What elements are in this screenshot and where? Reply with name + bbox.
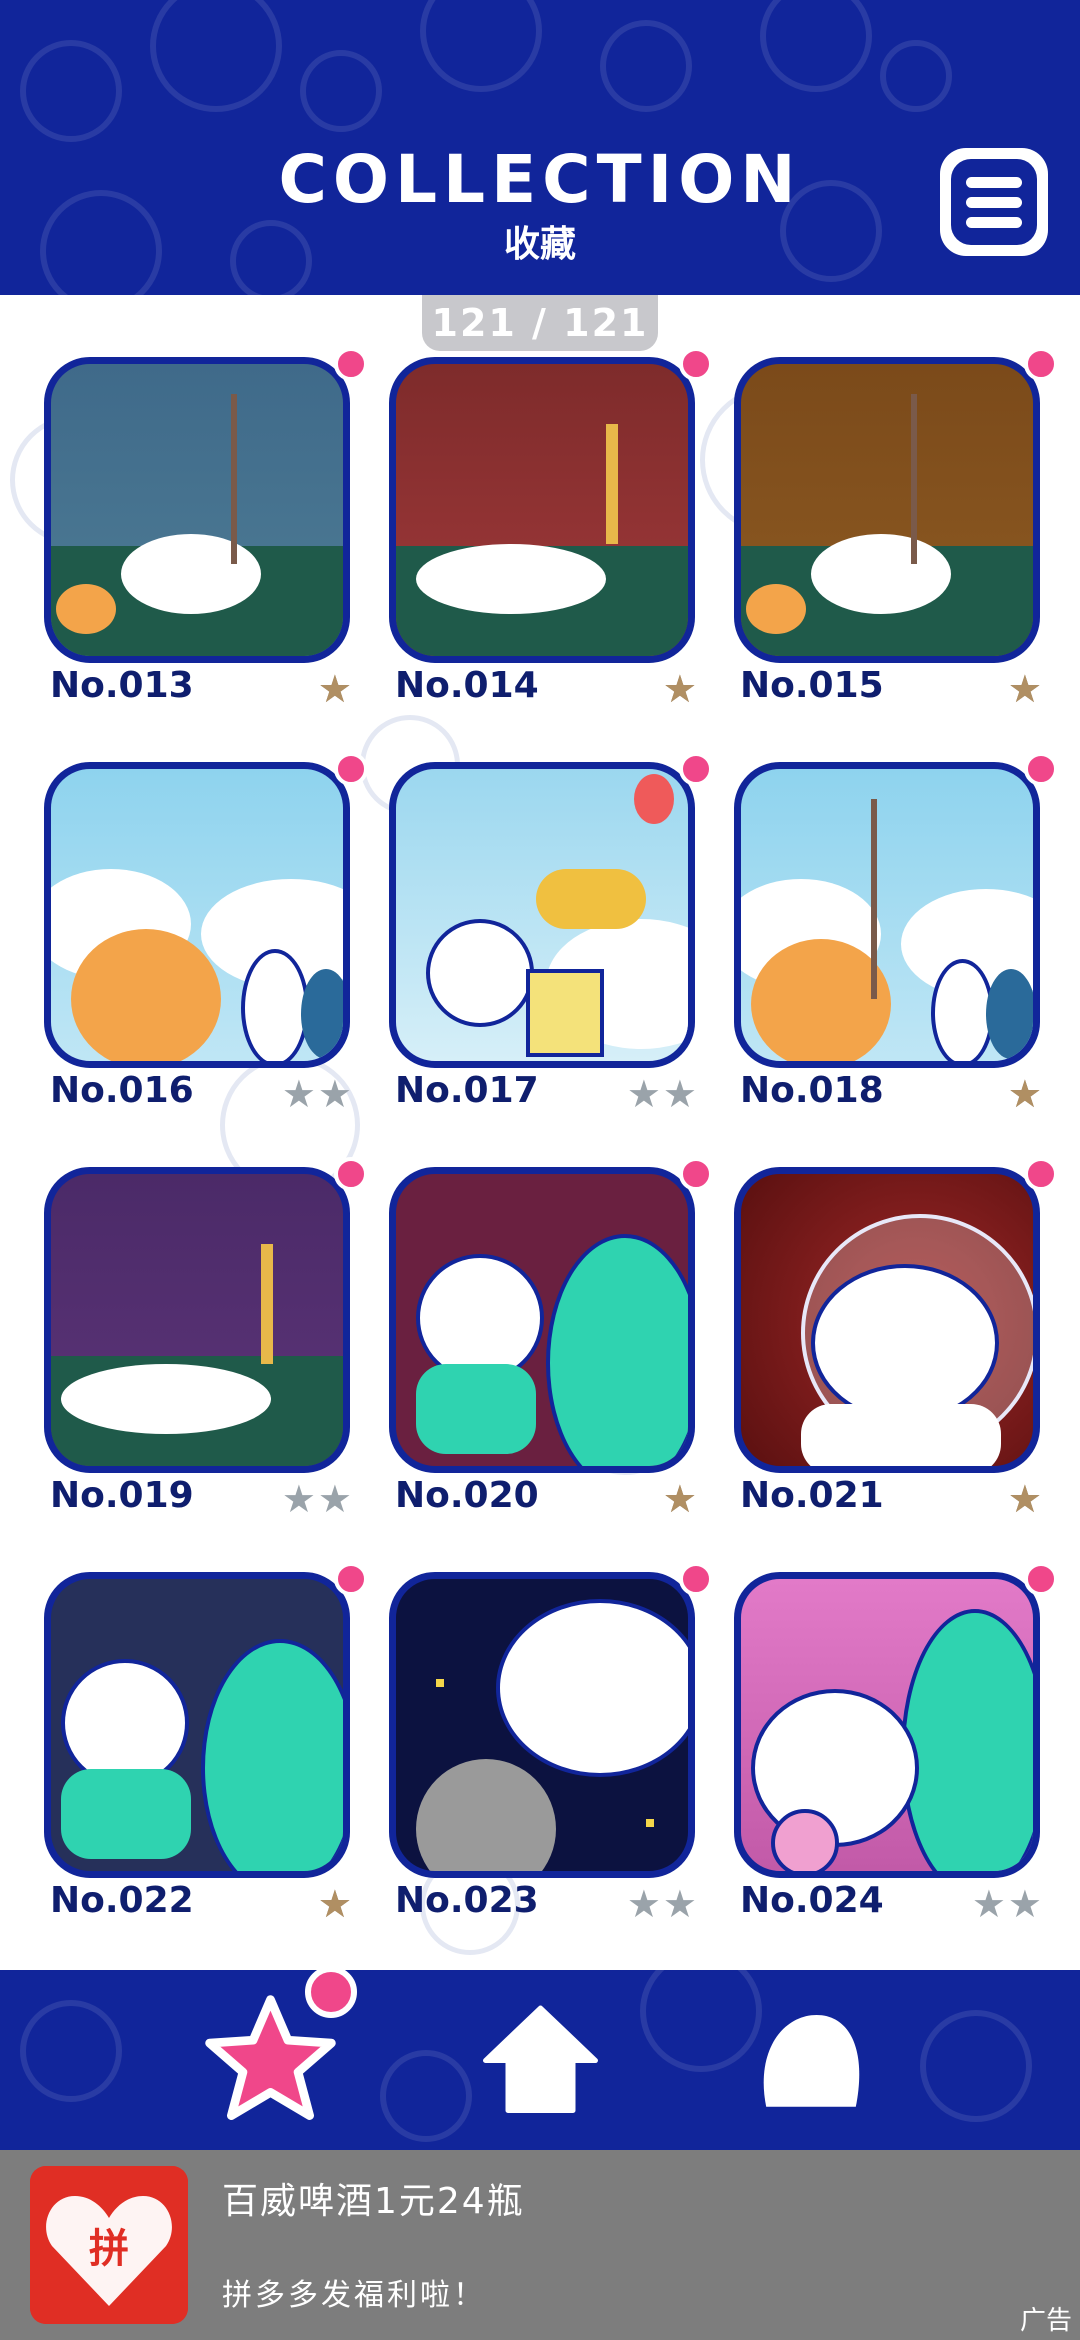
- collection-card[interactable]: No.015 ★: [734, 347, 1058, 737]
- page-subtitle: 收藏: [503, 224, 576, 265]
- character-icon[interactable]: [752, 2006, 870, 2118]
- card-thumbnail: [734, 357, 1040, 663]
- hamburger-menu-icon: [951, 159, 1037, 245]
- card-stars: ★ ★: [282, 1479, 352, 1519]
- silver-star-icon: ★: [662, 1072, 697, 1116]
- silver-star-icon: ★: [971, 1882, 1006, 1926]
- card-number: No.015: [740, 665, 884, 706]
- card-stars: ★: [1008, 1074, 1042, 1114]
- nav-notification-dot: [305, 1970, 357, 2018]
- new-badge-dot: [679, 347, 713, 381]
- card-thumbnail: [389, 762, 695, 1068]
- new-badge-dot: [679, 1562, 713, 1596]
- bottom-nav: [0, 1970, 1080, 2150]
- ad-subtitle: 拼多多发福利啦！: [222, 2278, 486, 2313]
- new-badge-dot: [334, 752, 368, 786]
- gold-star-icon: ★: [317, 1882, 352, 1926]
- new-badge-dot: [1024, 347, 1058, 381]
- collection-card[interactable]: No.022 ★: [44, 1562, 368, 1952]
- ad-tag: 广告: [1019, 2306, 1072, 2336]
- card-stars: ★ ★: [627, 1074, 697, 1114]
- silver-star-icon: ★: [317, 1072, 352, 1116]
- card-stars: ★: [1008, 1479, 1042, 1519]
- collection-card[interactable]: No.021 ★: [734, 1157, 1058, 1547]
- collection-counter: 121 / 121: [422, 295, 658, 351]
- silver-star-icon: ★: [281, 1072, 316, 1116]
- card-stars: ★ ★: [282, 1074, 352, 1114]
- new-badge-dot: [679, 752, 713, 786]
- silver-star-icon: ★: [626, 1072, 661, 1116]
- ad-logo-text: 拼: [89, 2226, 129, 2272]
- card-stars: ★: [318, 1884, 352, 1924]
- gold-star-icon: ★: [1007, 667, 1042, 711]
- card-stars: ★: [663, 1479, 697, 1519]
- card-number: No.014: [395, 665, 539, 706]
- collection-card[interactable]: No.016 ★ ★: [44, 752, 368, 1142]
- card-thumbnail: [44, 1167, 350, 1473]
- collection-card[interactable]: No.023 ★ ★: [389, 1562, 713, 1952]
- card-thumbnail: [734, 1572, 1040, 1878]
- card-thumbnail: [734, 762, 1040, 1068]
- collection-card[interactable]: No.020 ★: [389, 1157, 713, 1547]
- new-badge-dot: [334, 1157, 368, 1191]
- card-thumbnail: [389, 1167, 695, 1473]
- header: COLLECTION 收藏: [0, 0, 1080, 295]
- card-thumbnail: [44, 357, 350, 663]
- silver-star-icon: ★: [626, 1882, 661, 1926]
- card-stars: ★ ★: [972, 1884, 1042, 1924]
- ad-banner[interactable]: 拼 百威啤酒1元24瓶 拼多多发福利啦！ 广告: [0, 2150, 1080, 2340]
- card-thumbnail: [44, 1572, 350, 1878]
- gold-star-icon: ★: [317, 667, 352, 711]
- card-number: No.019: [50, 1475, 194, 1516]
- card-stars: ★ ★: [627, 1884, 697, 1924]
- new-badge-dot: [679, 1157, 713, 1191]
- ad-title: 百威啤酒1元24瓶: [222, 2181, 525, 2222]
- collection-grid[interactable]: 121 / 121 No.013 ★ No.014 ★ No.015 ★ No.…: [0, 295, 1080, 1970]
- card-number: No.017: [395, 1070, 539, 1111]
- new-badge-dot: [334, 1562, 368, 1596]
- silver-star-icon: ★: [317, 1477, 352, 1521]
- card-number: No.022: [50, 1880, 194, 1921]
- collection-card[interactable]: No.013 ★: [44, 347, 368, 737]
- home-icon[interactable]: [478, 1998, 603, 2123]
- card-number: No.016: [50, 1070, 194, 1111]
- card-thumbnail: [389, 1572, 695, 1878]
- card-number: No.021: [740, 1475, 884, 1516]
- pinduoduo-logo: 拼: [30, 2166, 188, 2324]
- silver-star-icon: ★: [1007, 1882, 1042, 1926]
- new-badge-dot: [334, 347, 368, 381]
- card-number: No.023: [395, 1880, 539, 1921]
- gold-star-icon: ★: [662, 667, 697, 711]
- card-stars: ★: [1008, 669, 1042, 709]
- collection-card[interactable]: No.019 ★ ★: [44, 1157, 368, 1547]
- silver-star-icon: ★: [281, 1477, 316, 1521]
- gold-star-icon: ★: [662, 1477, 697, 1521]
- new-badge-dot: [1024, 1562, 1058, 1596]
- new-badge-dot: [1024, 1157, 1058, 1191]
- collection-card[interactable]: No.018 ★: [734, 752, 1058, 1142]
- collection-card[interactable]: No.014 ★: [389, 347, 713, 737]
- card-number: No.024: [740, 1880, 884, 1921]
- card-thumbnail: [734, 1167, 1040, 1473]
- menu-button[interactable]: [940, 148, 1048, 256]
- card-thumbnail: [44, 762, 350, 1068]
- card-number: No.013: [50, 665, 194, 706]
- gold-star-icon: ★: [1007, 1477, 1042, 1521]
- card-stars: ★: [663, 669, 697, 709]
- silver-star-icon: ★: [662, 1882, 697, 1926]
- card-stars: ★: [318, 669, 352, 709]
- card-number: No.020: [395, 1475, 539, 1516]
- card-thumbnail: [389, 357, 695, 663]
- collection-card[interactable]: No.017 ★ ★: [389, 752, 713, 1142]
- collection-card[interactable]: No.024 ★ ★: [734, 1562, 1058, 1952]
- page-title: COLLECTION: [278, 141, 802, 218]
- new-badge-dot: [1024, 752, 1058, 786]
- card-number: No.018: [740, 1070, 884, 1111]
- gold-star-icon: ★: [1007, 1072, 1042, 1116]
